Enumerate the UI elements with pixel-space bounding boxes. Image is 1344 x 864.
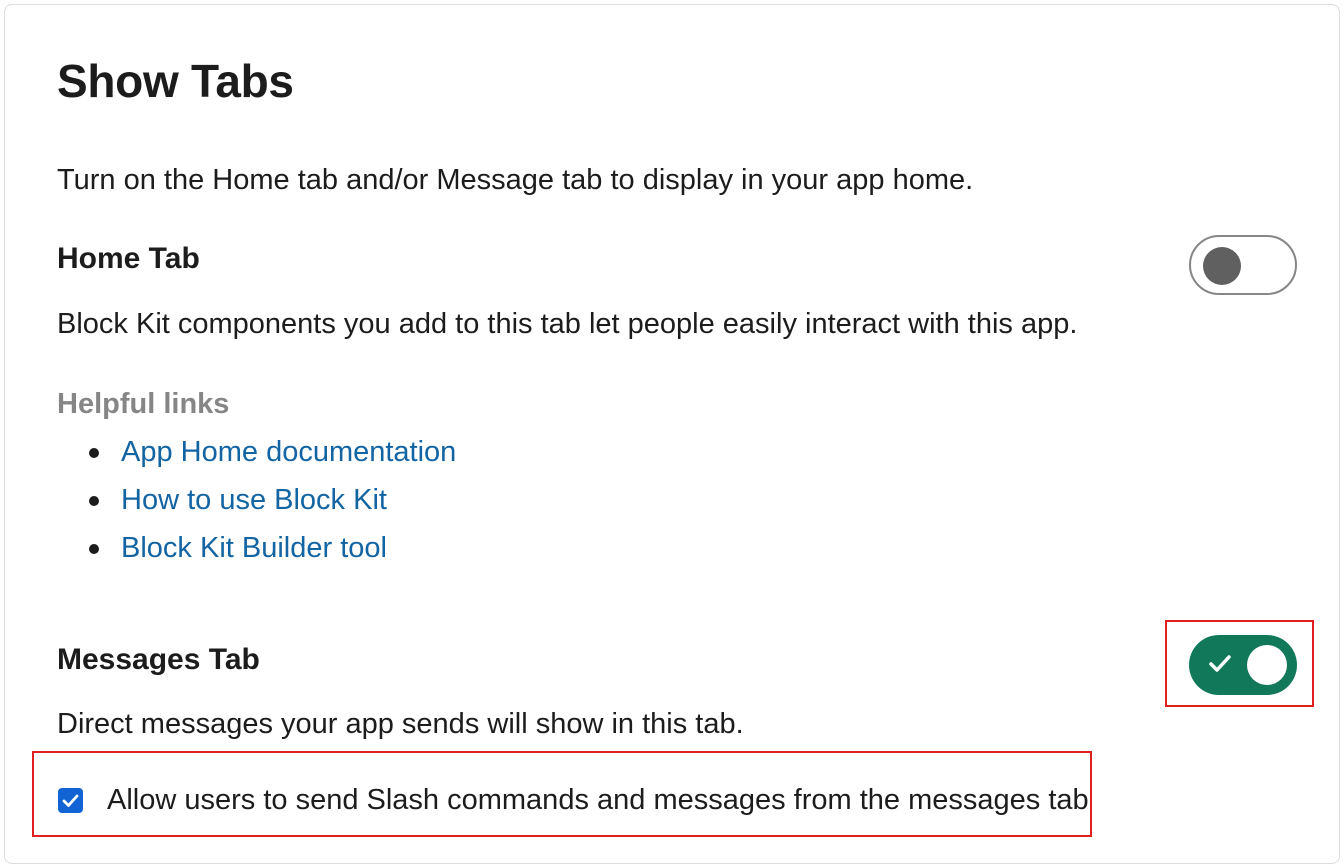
- app-home-documentation-link[interactable]: App Home documentation: [121, 436, 456, 468]
- toggle-knob: [1247, 645, 1287, 685]
- list-item: How to use Block Kit: [57, 477, 456, 525]
- how-to-use-block-kit-link[interactable]: How to use Block Kit: [121, 484, 387, 516]
- checkmark-icon: [1209, 655, 1231, 672]
- helpful-links-list: App Home documentation How to use Block …: [57, 429, 456, 573]
- intro-text: Turn on the Home tab and/or Message tab …: [57, 164, 974, 196]
- messages-tab-toggle[interactable]: [1189, 635, 1297, 695]
- bullet-icon: [89, 496, 99, 506]
- toggle-knob: [1203, 247, 1241, 285]
- messages-tab-title: Messages Tab: [57, 643, 260, 676]
- helpful-links-label: Helpful links: [57, 388, 230, 420]
- bullet-icon: [89, 544, 99, 554]
- home-tab-title: Home Tab: [57, 242, 200, 275]
- allow-slash-commands-checkbox[interactable]: [58, 788, 83, 813]
- show-tabs-card: Show Tabs Turn on the Home tab and/or Me…: [4, 4, 1340, 864]
- block-kit-builder-tool-link[interactable]: Block Kit Builder tool: [121, 532, 387, 564]
- page-title: Show Tabs: [57, 55, 294, 107]
- checkbox-check-icon: [62, 794, 79, 807]
- allow-slash-commands-label[interactable]: Allow users to send Slash commands and m…: [107, 781, 1089, 819]
- messages-tab-description: Direct messages your app sends will show…: [57, 708, 744, 740]
- bullet-icon: [89, 448, 99, 458]
- home-tab-toggle[interactable]: [1189, 235, 1297, 295]
- home-tab-description: Block Kit components you add to this tab…: [57, 308, 1078, 340]
- list-item: Block Kit Builder tool: [57, 525, 456, 573]
- list-item: App Home documentation: [57, 429, 456, 477]
